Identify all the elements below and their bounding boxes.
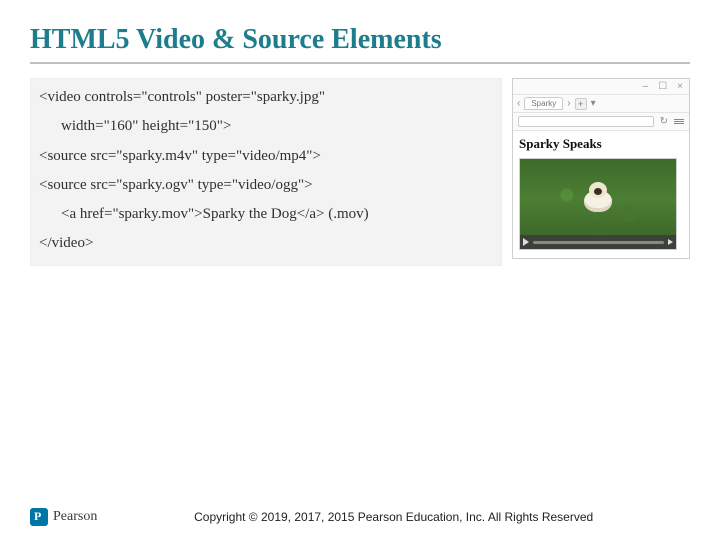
content-row: <video controls="controls" poster="spark… (30, 78, 690, 266)
code-line-6: </video> (39, 229, 493, 258)
new-tab-button[interactable]: + (575, 98, 587, 110)
chevron-down-icon[interactable]: ▾ (591, 98, 596, 109)
browser-page: Sparky Speaks (513, 131, 689, 258)
dog-image (581, 182, 615, 212)
pearson-logo-text: Pearson (53, 509, 97, 525)
minimize-icon[interactable]: – (643, 81, 649, 92)
video-player[interactable] (519, 158, 677, 250)
browser-preview: – ☐ × ‹ Sparky › + ▾ ↻ Sparky Speaks (512, 78, 690, 259)
menu-icon[interactable] (674, 119, 684, 124)
browser-tab[interactable]: Sparky (524, 97, 563, 110)
browser-toolbar: ↻ (513, 113, 689, 131)
volume-icon[interactable] (668, 239, 673, 245)
url-input[interactable] (518, 116, 654, 127)
code-line-1: <video controls="controls" poster="spark… (39, 83, 493, 112)
play-icon[interactable] (523, 238, 529, 246)
code-line-2: width="160" height="150"> (39, 112, 493, 141)
copyright-text: Copyright © 2019, 2017, 2015 Pearson Edu… (97, 510, 690, 524)
slide-title: HTML5 Video & Source Elements (30, 24, 690, 64)
code-line-3: <source src="sparky.m4v" type="video/mp4… (39, 142, 493, 171)
back-icon[interactable]: ‹ (517, 98, 520, 109)
reload-icon[interactable]: ↻ (660, 116, 668, 127)
page-heading: Sparky Speaks (519, 136, 683, 152)
footer: Pearson Copyright © 2019, 2017, 2015 Pea… (0, 508, 720, 526)
maximize-icon[interactable]: ☐ (658, 81, 667, 92)
browser-window-controls: – ☐ × (513, 79, 689, 95)
code-line-4: <source src="sparky.ogv" type="video/ogg… (39, 171, 493, 200)
browser-tabbar: ‹ Sparky › + ▾ (513, 95, 689, 113)
progress-track[interactable] (533, 241, 664, 244)
code-block: <video controls="controls" poster="spark… (30, 78, 502, 266)
code-line-5: <a href="sparky.mov">Sparky the Dog</a> … (39, 200, 493, 229)
pearson-logo-mark (30, 508, 48, 526)
forward-icon[interactable]: › (567, 98, 570, 109)
close-icon[interactable]: × (677, 81, 683, 92)
video-controls (520, 235, 676, 249)
pearson-logo: Pearson (30, 508, 97, 526)
